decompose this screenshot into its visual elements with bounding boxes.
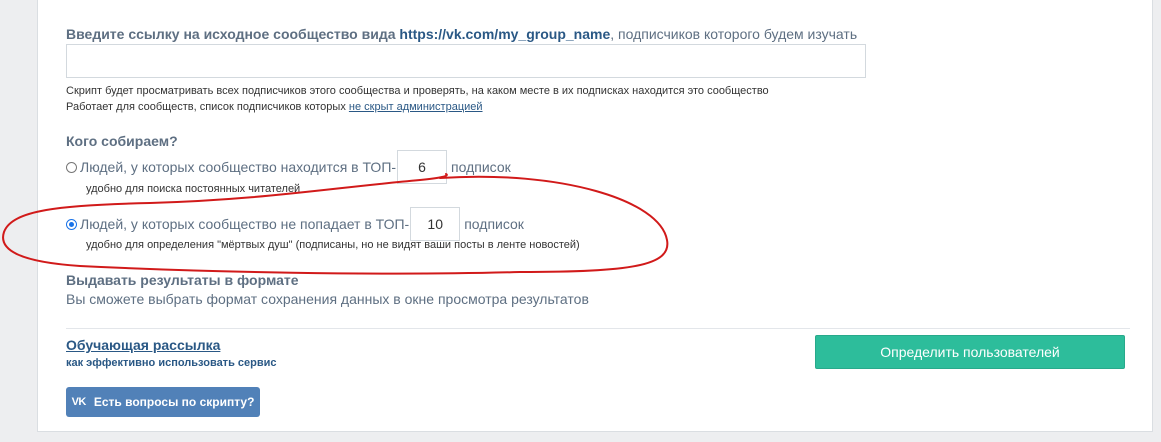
find-users-button[interactable]: Определить пользователей bbox=[815, 335, 1125, 369]
source-label-suffix: , подписчиков которого будем изучать bbox=[610, 26, 858, 42]
collect-heading: Кого собираем? bbox=[66, 133, 178, 149]
community-url-input[interactable] bbox=[66, 44, 866, 78]
option-top-n-label: Людей, у которых сообщество находится в … bbox=[80, 159, 397, 175]
format-text: Вы сможете выбрать формат сохранения дан… bbox=[66, 291, 589, 307]
option-top-n-hint: удобно для поиска постоянных читателей bbox=[86, 183, 301, 195]
option-top-n-suffix: подписок bbox=[451, 159, 511, 175]
divider bbox=[66, 328, 1130, 329]
source-hint-2-text: Работает для сообществ, список подписчик… bbox=[66, 101, 346, 113]
not-top-n-input[interactable] bbox=[410, 207, 461, 241]
source-example-url: https://vk.com/my_group_name bbox=[399, 26, 611, 42]
option-top-n-radio[interactable] bbox=[66, 161, 77, 173]
option-not-top-n-radio[interactable] bbox=[66, 218, 77, 230]
hidden-by-admin-link[interactable]: не скрыт администрацией bbox=[349, 101, 483, 113]
option-not-top-n-label: Людей, у которых сообщество не попадает … bbox=[80, 216, 410, 232]
option-not-top-n-row[interactable]: Людей, у которых сообщество не попадает … bbox=[66, 207, 524, 241]
source-hint-1: Скрипт будет просматривать всех подписчи… bbox=[66, 85, 769, 97]
newsletter-subtitle: как эффективно использовать сервис bbox=[66, 357, 277, 369]
option-top-n-row[interactable]: Людей, у которых сообщество находится в … bbox=[66, 150, 511, 184]
vk-logo-icon: VK bbox=[71, 396, 87, 408]
format-heading: Выдавать результаты в формате bbox=[66, 272, 299, 288]
option-not-top-n-suffix: подписок bbox=[464, 216, 524, 232]
script-questions-label: Есть вопросы по скрипту? bbox=[93, 395, 255, 409]
source-hint-2: Работает для сообществ, список подписчик… bbox=[66, 101, 483, 113]
source-label: Введите ссылку на исходное сообщество ви… bbox=[66, 26, 857, 42]
option-not-top-n-hint: удобно для определения "мёртвых душ" (по… bbox=[86, 239, 580, 251]
newsletter-link[interactable]: Обучающая рассылка bbox=[66, 337, 220, 353]
source-label-prefix: Введите ссылку на исходное сообщество ви… bbox=[66, 26, 396, 42]
top-n-input[interactable] bbox=[397, 150, 448, 184]
script-questions-button[interactable]: VK Есть вопросы по скрипту? bbox=[66, 387, 260, 417]
